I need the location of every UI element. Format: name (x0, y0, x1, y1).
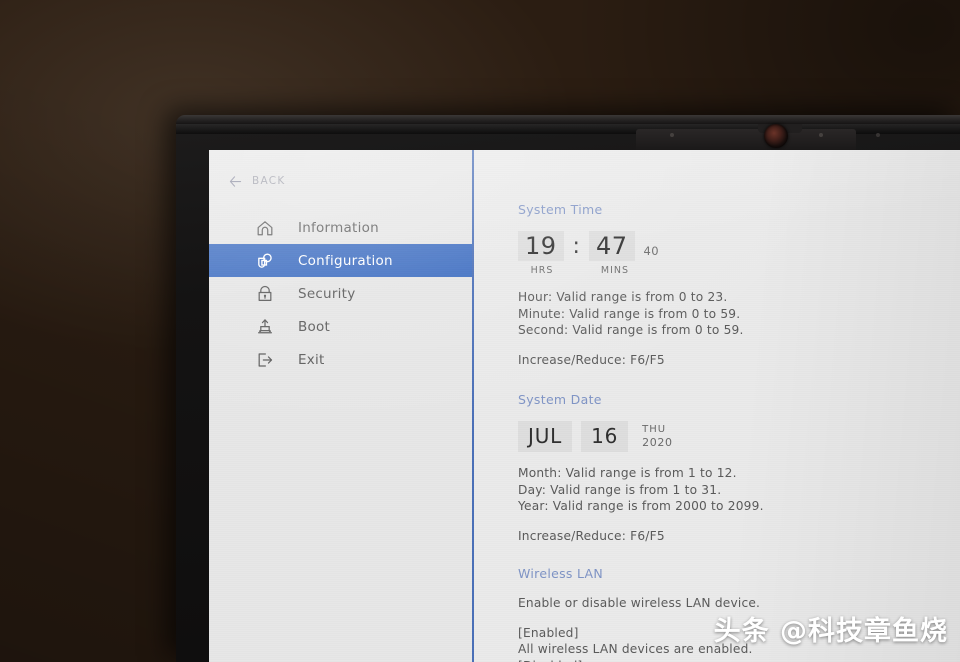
laptop-top-edge (176, 115, 960, 124)
arrow-left-icon (229, 175, 242, 187)
boot-icon (254, 316, 276, 338)
sidebar-item-label: Information (298, 219, 379, 236)
bios-setup-utility: BACK Information Configuration Security … (209, 150, 960, 662)
hour-range-hint: Hour: Valid range is from 0 to 23. (518, 290, 728, 304)
system-date-section: System Date JUL 16 THU 2020 Month: Valid… (518, 392, 960, 544)
system-time-section: System Time 19 : 47 40 HRS MINS Hour: Va… (518, 202, 960, 368)
sidebar: BACK Information Configuration Security … (209, 150, 474, 662)
system-time-fields: 19 : 47 40 (518, 231, 960, 261)
second-range-hint: Second: Valid range is from 0 to 59. (518, 323, 744, 337)
watermark: 头条 @科技章鱼烧 (713, 616, 948, 647)
month-value: JUL (528, 424, 563, 448)
gear-icon (254, 250, 276, 272)
sidebar-nav: Information Configuration Security Boot … (209, 211, 472, 376)
minutes-value: 47 (595, 232, 628, 260)
sensor-dot-icon (819, 133, 823, 137)
sidebar-item-boot[interactable]: Boot (209, 310, 472, 343)
laptop-lid: BACK Information Configuration Security … (176, 115, 960, 662)
hours-unit-label: HRS (530, 265, 554, 276)
exit-icon (254, 349, 276, 371)
year-value[interactable]: 2020 (642, 436, 672, 450)
weekday-year-block: THU 2020 (637, 424, 672, 449)
sidebar-item-information[interactable]: Information (209, 211, 472, 244)
back-button[interactable]: BACK (209, 150, 472, 194)
sidebar-item-label: Boot (298, 318, 331, 335)
sensor-dot-icon (670, 133, 674, 137)
date-keys-hint: Increase/Reduce: F6/F5 (518, 528, 665, 543)
sidebar-item-label: Configuration (298, 252, 393, 269)
year-range-hint: Year: Valid range is from 2000 to 2099. (518, 499, 764, 513)
month-range-hint: Month: Valid range is from 1 to 12. (518, 466, 737, 480)
system-date-title: System Date (518, 392, 602, 407)
camera-housing (636, 129, 856, 151)
webcam-icon (764, 124, 788, 148)
system-time-title: System Time (518, 202, 603, 217)
laptop-screen: BACK Information Configuration Security … (209, 150, 960, 662)
minute-range-hint: Minute: Valid range is from 0 to 59. (518, 306, 741, 321)
back-label: BACK (252, 175, 286, 187)
day-field[interactable]: 16 (581, 421, 629, 452)
hours-value: 19 (525, 232, 557, 260)
sidebar-item-exit[interactable]: Exit (209, 343, 472, 376)
seconds-value[interactable]: 40 (635, 244, 659, 261)
time-unit-labels: HRS MINS (518, 265, 960, 276)
minutes-field[interactable]: 47 (588, 231, 635, 261)
day-range-hint: Day: Valid range is from 1 to 31. (518, 482, 722, 497)
lock-icon (254, 283, 276, 305)
sidebar-item-label: Security (298, 285, 356, 302)
day-value: 16 (591, 424, 619, 448)
wireless-lan-title: Wireless LAN (518, 566, 604, 581)
time-colon: : (572, 234, 580, 259)
time-keys-hint: Increase/Reduce: F6/F5 (518, 352, 665, 367)
sidebar-item-configuration[interactable]: Configuration (209, 244, 472, 277)
sidebar-item-security[interactable]: Security (209, 277, 472, 310)
system-date-fields: JUL 16 THU 2020 (518, 421, 960, 452)
minutes-unit-label: MINS (600, 265, 630, 276)
wireless-disabled-label: [Disabled] (518, 658, 960, 662)
settings-panel: System Time 19 : 47 40 HRS MINS Hour: Va… (474, 150, 960, 662)
weekday-value: THU (642, 424, 667, 435)
home-icon (254, 217, 276, 239)
sidebar-item-label: Exit (298, 351, 325, 368)
sensor-dot-icon (876, 133, 880, 137)
hours-field[interactable]: 19 (518, 231, 564, 261)
month-field[interactable]: JUL (518, 421, 573, 452)
